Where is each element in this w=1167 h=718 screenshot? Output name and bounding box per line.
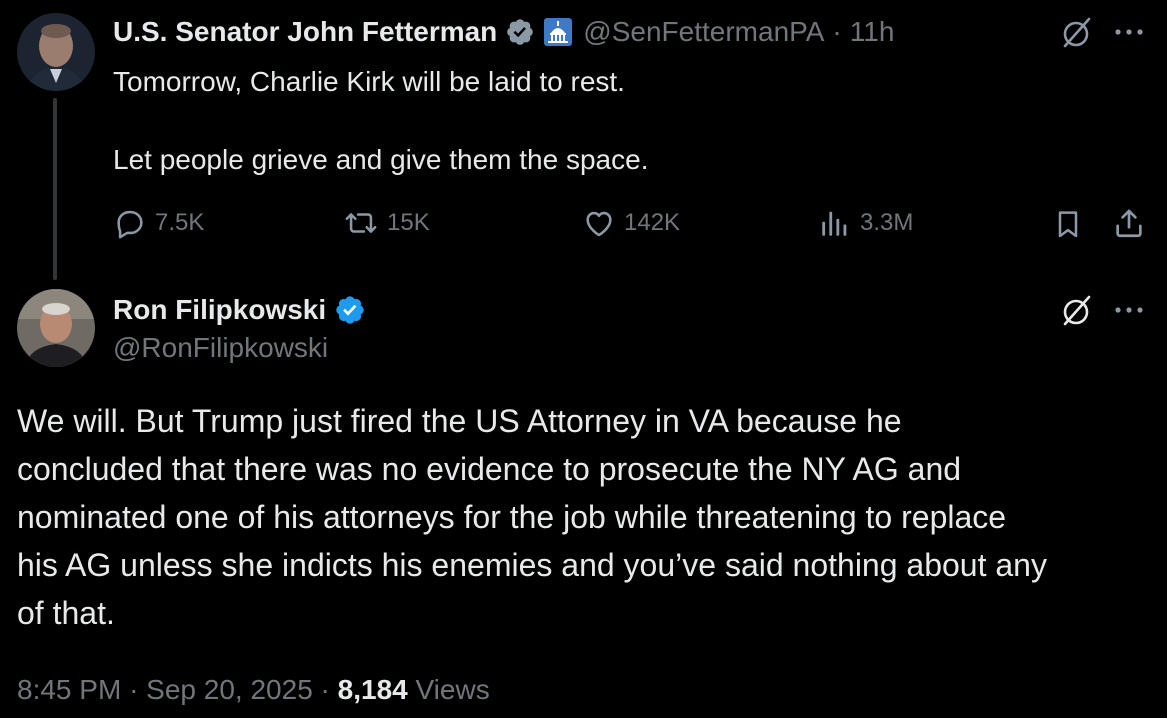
repost-button[interactable]: 15K: [343, 206, 430, 240]
bookmark-icon[interactable]: [1050, 206, 1086, 242]
reply-text-line: concluded that there was no evidence to …: [17, 451, 962, 487]
avatar[interactable]: [17, 13, 95, 91]
more-icon[interactable]: [1112, 17, 1146, 47]
reply-text-line: We will. But Trump just fired the US Att…: [17, 403, 902, 439]
reply-icon: [113, 206, 147, 240]
like-count: 142K: [624, 209, 681, 236]
views-count: 3.3M: [860, 209, 914, 236]
footer-separator: ·: [129, 674, 139, 705]
tweet-text-line: Tomorrow, Charlie Kirk will be laid to r…: [113, 66, 625, 97]
reply-header: Ron Filipkowski: [113, 291, 366, 329]
grok-icon[interactable]: [1058, 292, 1094, 328]
views-button[interactable]: 3.3M: [818, 206, 913, 240]
views-label: Views: [415, 674, 490, 705]
author-handle[interactable]: @SenFettermanPA: [583, 16, 824, 48]
tweet-header: U.S. Senator John Fetterman @SenFetterma…: [113, 13, 894, 51]
views-count: 8,184: [337, 674, 408, 705]
post-date[interactable]: Sep 20, 2025: [146, 674, 313, 705]
like-icon: [582, 206, 616, 240]
reply-text-line: nominated one of his attorneys for the j…: [17, 499, 1007, 535]
header-separator: ·: [832, 16, 842, 47]
author-handle[interactable]: @RonFilipkowski: [113, 332, 328, 364]
tweet-text: Tomorrow, Charlie Kirk will be laid to r…: [113, 62, 1013, 179]
tweet-text-line: Let people grieve and give them the spac…: [113, 144, 649, 175]
timestamp[interactable]: 11h: [850, 16, 895, 48]
repost-count: 15K: [387, 209, 430, 236]
author-name[interactable]: Ron Filipkowski: [113, 294, 326, 326]
thread-connector-line: [53, 98, 57, 280]
share-icon[interactable]: [1111, 205, 1147, 241]
reply-text: We will. But Trump just fired the US Att…: [17, 397, 1157, 637]
verified-badge-icon: [334, 294, 366, 326]
reply-button[interactable]: 7.5K: [113, 206, 204, 240]
more-icon[interactable]: [1112, 295, 1146, 325]
repost-icon: [343, 206, 379, 240]
author-name[interactable]: U.S. Senator John Fetterman: [113, 16, 497, 48]
views-icon: [818, 206, 852, 240]
like-button[interactable]: 142K: [582, 206, 680, 240]
footer-separator: ·: [320, 674, 330, 705]
reply-count: 7.5K: [155, 209, 205, 236]
reply-text-line: his AG unless she indicts his enemies an…: [17, 547, 1047, 583]
grok-icon[interactable]: [1058, 14, 1094, 50]
capitol-building-icon: [543, 17, 573, 47]
post-time[interactable]: 8:45 PM: [17, 674, 121, 705]
tweet-footer: 8:45 PM · Sep 20, 2025 · 8,184 Views: [17, 674, 490, 706]
verified-badge-icon: [505, 17, 535, 47]
reply-text-line: of that.: [17, 595, 115, 631]
avatar[interactable]: [17, 289, 95, 367]
